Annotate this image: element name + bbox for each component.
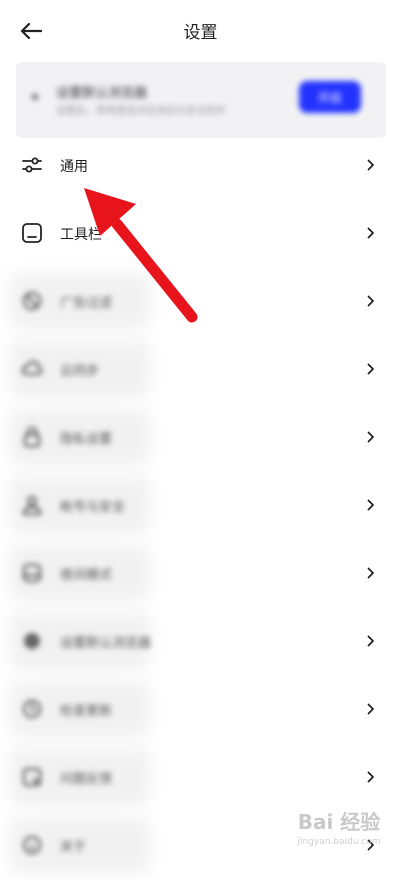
settings-item-label: 帐号与安全: [60, 500, 126, 515]
cloud-icon: [20, 357, 44, 381]
info-icon: [20, 833, 44, 857]
moon-icon: [20, 561, 44, 585]
watermark-url: jingyan.baidu.com: [297, 837, 381, 847]
chevron-right-icon: [364, 629, 378, 653]
watermark-logo: Bai 经验 jingyan.baidu.com: [280, 806, 398, 856]
settings-item-label: 问题反馈: [60, 772, 113, 787]
chevron-right-icon: [364, 153, 378, 177]
settings-item-check-update[interactable]: 检查更新: [0, 675, 401, 743]
settings-item-label: 通用: [60, 159, 88, 175]
chevron-right-icon: [364, 697, 378, 721]
watermark-brand: Bai 经验: [297, 810, 381, 834]
settings-item-default-browser[interactable]: 设置默认浏览器: [0, 607, 401, 675]
settings-item-label: 夜间模式: [60, 568, 113, 583]
settings-item-label: 广告过滤: [60, 296, 113, 311]
lock-icon: [20, 425, 44, 449]
block-icon: [20, 289, 44, 313]
settings-item-feedback[interactable]: 问题反馈: [0, 743, 401, 811]
settings-list: 通用 工具栏 广告过滤 云同步 隐私设置 帐号与安全 夜间模式 设置默认浏览器 …: [0, 131, 401, 879]
update-icon: [20, 697, 44, 721]
settings-item-toolbar[interactable]: 工具栏: [0, 199, 401, 267]
page-title: 设置: [183, 23, 218, 43]
user-icon: [20, 493, 44, 517]
settings-item-label: 检查更新: [60, 704, 113, 719]
settings-item-night-mode[interactable]: 夜间模式: [0, 539, 401, 607]
settings-item-label: 隐私设置: [60, 432, 113, 447]
settings-item-label: 工具栏: [60, 227, 102, 243]
settings-item-label: 云同步: [60, 364, 100, 379]
settings-item-account[interactable]: 帐号与安全: [0, 471, 401, 539]
banner-subtitle: 设置后，获得更佳浏览体验与安全防护: [56, 106, 226, 117]
feedback-icon: [20, 765, 44, 789]
banner-dot-icon: [32, 94, 38, 100]
chevron-right-icon: [364, 493, 378, 517]
settings-item-cloud-sync[interactable]: 云同步: [0, 335, 401, 403]
settings-item-label: 关于: [60, 840, 87, 855]
chevron-right-icon: [364, 221, 378, 245]
settings-item-ad-filter[interactable]: 广告过滤: [0, 267, 401, 335]
chevron-right-icon: [364, 357, 378, 381]
chevron-right-icon: [364, 561, 378, 585]
settings-item-label: 设置默认浏览器: [60, 636, 152, 651]
chevron-right-icon: [364, 765, 378, 789]
chevron-right-icon: [364, 425, 378, 449]
settings-item-privacy[interactable]: 隐私设置: [0, 403, 401, 471]
chevron-right-icon: [364, 289, 378, 313]
top-bar: 设置: [0, 0, 401, 62]
banner-title: 设置默认浏览器: [56, 86, 148, 101]
settings-item-general[interactable]: 通用: [0, 131, 401, 199]
globe-icon: [20, 629, 44, 653]
default-browser-banner: 设置默认浏览器 设置后，获得更佳浏览体验与安全防护 开启: [16, 62, 386, 138]
sliders-icon: [20, 153, 44, 177]
banner-enable-button[interactable]: 开启: [299, 81, 361, 113]
toolbar-icon: [20, 221, 44, 245]
